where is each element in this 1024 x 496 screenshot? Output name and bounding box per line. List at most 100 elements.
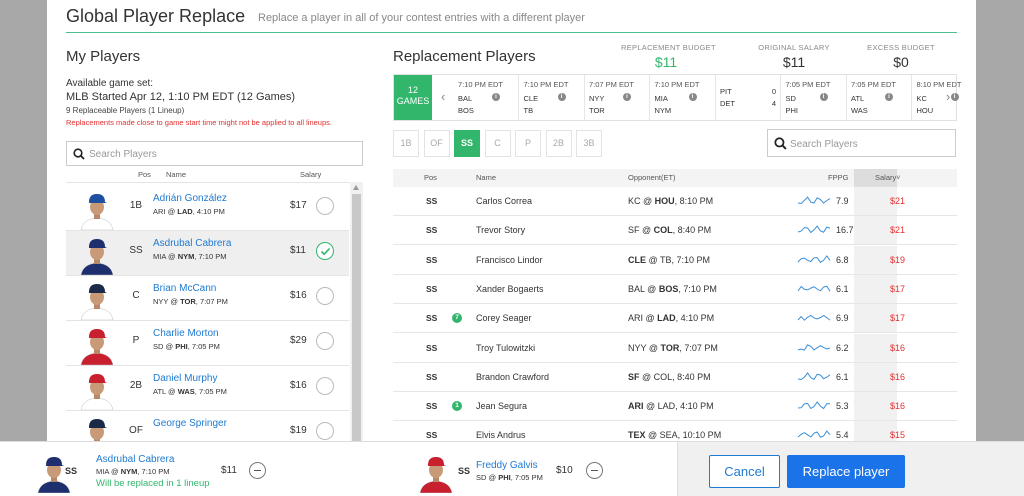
my-player-row[interactable]: P Charlie Morton SD @ PHI, 7:05 PM $29	[66, 321, 349, 366]
select-circle[interactable]	[316, 287, 334, 305]
scrollbar-thumb[interactable]	[352, 194, 361, 441]
position-tab-ss[interactable]: SS	[454, 130, 480, 157]
outgoing-name[interactable]: Asdrubal Cabrera	[96, 454, 174, 465]
replacement-player-row[interactable]: SS Francisco Lindor CLE @ TB, 7:10 PM 6.8 $1…	[393, 245, 957, 275]
game-filter-cell[interactable]: PIT 0 DET 4	[716, 75, 781, 120]
info-icon[interactable]: i	[623, 93, 631, 101]
rcol-salary-sort[interactable]: Salary˅	[875, 173, 900, 182]
info-icon[interactable]: i	[950, 93, 959, 101]
select-circle[interactable]	[316, 377, 334, 395]
game-away-score: 0	[771, 87, 776, 96]
player-pos: SS	[426, 430, 438, 441]
my-player-row[interactable]: 1B Adrián González ARI @ LAD, 4:10 PM $17	[66, 186, 349, 231]
replacement-player-row[interactable]: SS Xander Bogaerts BAL @ BOS, 7:10 PM 6.1 $1…	[393, 274, 957, 304]
game-filter-cell[interactable]: 7:05 PM EDT ATL WAS i	[847, 75, 912, 120]
player-name[interactable]: Trevor Story	[476, 225, 525, 235]
game-filter-cell[interactable]: 7:10 PM EDT CLE TB i	[520, 75, 585, 120]
player-name[interactable]: Francisco Lindor	[476, 255, 543, 265]
game-away: BAL	[458, 94, 473, 103]
player-name[interactable]: Daniel Murphy	[153, 373, 217, 384]
replacement-player-row[interactable]: SS Trevor Story SF @ COL, 8:40 PM 16.7 $21	[393, 216, 957, 246]
replace-player-button[interactable]: Replace player	[787, 455, 905, 488]
search-icon	[73, 148, 85, 160]
cancel-button[interactable]: Cancel	[709, 455, 780, 488]
position-tab-2b[interactable]: 2B	[545, 130, 572, 157]
position-tab-1b[interactable]: 1B	[393, 130, 419, 157]
game-time: 7:10 PM EDT	[458, 80, 504, 89]
game-set-label: Available game set:	[66, 78, 154, 89]
player-name[interactable]: Xander Bogaerts	[476, 284, 544, 294]
player-name[interactable]: Carlos Correa	[476, 196, 532, 206]
player-salary: $21	[890, 225, 906, 236]
position-tab-of[interactable]: OF	[423, 130, 450, 157]
my-players-search[interactable]	[66, 141, 363, 166]
player-name[interactable]: Charlie Morton	[153, 328, 219, 339]
my-players-search-input[interactable]	[89, 145, 349, 163]
player-name[interactable]: Brian McCann	[153, 283, 216, 294]
replacement-player-row[interactable]: SS Carlos Correa KC @ HOU, 8:10 PM 7.9 $21	[393, 187, 957, 216]
info-icon[interactable]: i	[688, 93, 697, 101]
fppg-sparkline	[797, 285, 831, 292]
sort-chevron-down-icon: ˅	[896, 175, 901, 182]
replacement-player-row[interactable]: SS 1 Jean Segura ARI @ LAD, 4:10 PM 5.3 $16	[393, 392, 957, 422]
all-games-filter[interactable]: 12 GAMES	[394, 75, 432, 120]
remove-incoming-minus-icon[interactable]	[586, 462, 603, 479]
replacement-player-row[interactable]: SS Troy Tulowitzki NYY @ TOR, 7:07 PM 6.2 $1…	[393, 333, 957, 363]
player-headshot	[80, 374, 114, 411]
my-player-row[interactable]: OF George Springer $19	[66, 411, 349, 441]
replacement-player-row[interactable]: SS Brandon Crawford SF @ COL, 8:40 PM 6.1 $1…	[393, 362, 957, 392]
info-icon[interactable]: i	[557, 93, 566, 101]
chevron-left-icon[interactable]: ‹	[441, 89, 445, 104]
outgoing-game: MIA @ NYM, 7:10 PM	[96, 467, 169, 476]
game-filter-cell[interactable]: 7:10 PM EDT MIA NYM i	[651, 75, 716, 120]
player-fppg: 6.8	[836, 254, 849, 265]
position-tab-p[interactable]: P	[515, 130, 541, 157]
player-opponent: NYY @ TOR, 7:07 PM	[628, 342, 718, 353]
global-replace-modal: Global Player Replace Replace a player i…	[47, 0, 976, 441]
select-circle[interactable]	[316, 197, 334, 215]
player-pos: C	[132, 290, 140, 301]
game-home: BOS	[458, 106, 474, 115]
incoming-name[interactable]: Freddy Galvis	[476, 460, 538, 471]
sparkline	[797, 371, 833, 387]
in-game-home: PHI	[498, 473, 511, 482]
replacement-search-input[interactable]	[790, 135, 950, 153]
info-icon[interactable]: i	[885, 93, 893, 101]
scroll-up-arrow-icon[interactable]	[353, 185, 359, 190]
check-circle-icon[interactable]	[316, 242, 334, 260]
original-salary: ORIGINAL SALARY $11	[754, 43, 834, 70]
col-pos: Pos	[138, 170, 151, 179]
player-pos: SS	[426, 313, 438, 324]
replacement-player-row[interactable]: SS 7 Corey Seager ARI @ LAD, 4:10 PM 6.9 $17	[393, 304, 957, 334]
game-filter-cell[interactable]: 7:05 PM EDT SD PHI i	[782, 75, 847, 120]
original-salary-value: $11	[782, 54, 806, 70]
player-name[interactable]: George Springer	[153, 418, 227, 429]
replacement-search[interactable]	[767, 129, 956, 157]
player-name[interactable]: Asdrubal Cabrera	[153, 238, 231, 249]
incoming-salary: $10	[556, 465, 573, 476]
game-filter-cell[interactable]: 7:10 PM EDT BAL BOS i	[454, 75, 519, 120]
game-filter-cell[interactable]: 8:10 PM EDT KC HOU i	[913, 75, 977, 120]
player-name[interactable]: Elvis Andrus	[476, 430, 526, 440]
player-name[interactable]: Brandon Crawford	[476, 372, 549, 382]
position-tab-3b[interactable]: 3B	[576, 130, 602, 157]
my-players-columns: Pos Name Salary	[66, 168, 363, 182]
replacement-player-row[interactable]: SS Elvis Andrus TEX @ SEA, 10:10 PM 5.4 $15	[393, 421, 957, 441]
game-filter-cell[interactable]: 7:07 PM EDT NYY TOR i	[585, 75, 650, 120]
select-circle[interactable]	[316, 422, 334, 440]
position-tab-c[interactable]: C	[484, 130, 511, 157]
player-name[interactable]: Corey Seager	[476, 313, 532, 323]
my-player-row[interactable]: C Brian McCann NYY @ TOR, 7:07 PM $16	[66, 276, 349, 321]
my-players-scrollbar[interactable]	[350, 182, 363, 441]
my-player-row[interactable]: SS Asdrubal Cabrera MIA @ NYM, 7:10 PM $11	[66, 231, 349, 276]
select-circle[interactable]	[316, 332, 334, 350]
remove-outgoing-minus-icon[interactable]	[249, 462, 266, 479]
player-name[interactable]: Adrián González	[153, 193, 227, 204]
game-home: DET	[720, 99, 735, 108]
my-player-row[interactable]: 2B Daniel Murphy ATL @ WAS, 7:05 PM $16	[66, 366, 349, 411]
info-icon[interactable]: i	[819, 93, 828, 101]
info-icon[interactable]: i	[492, 93, 500, 101]
game-away: MIA	[654, 94, 668, 103]
player-name[interactable]: Troy Tulowitzki	[476, 343, 535, 353]
player-name[interactable]: Jean Segura	[476, 401, 527, 411]
